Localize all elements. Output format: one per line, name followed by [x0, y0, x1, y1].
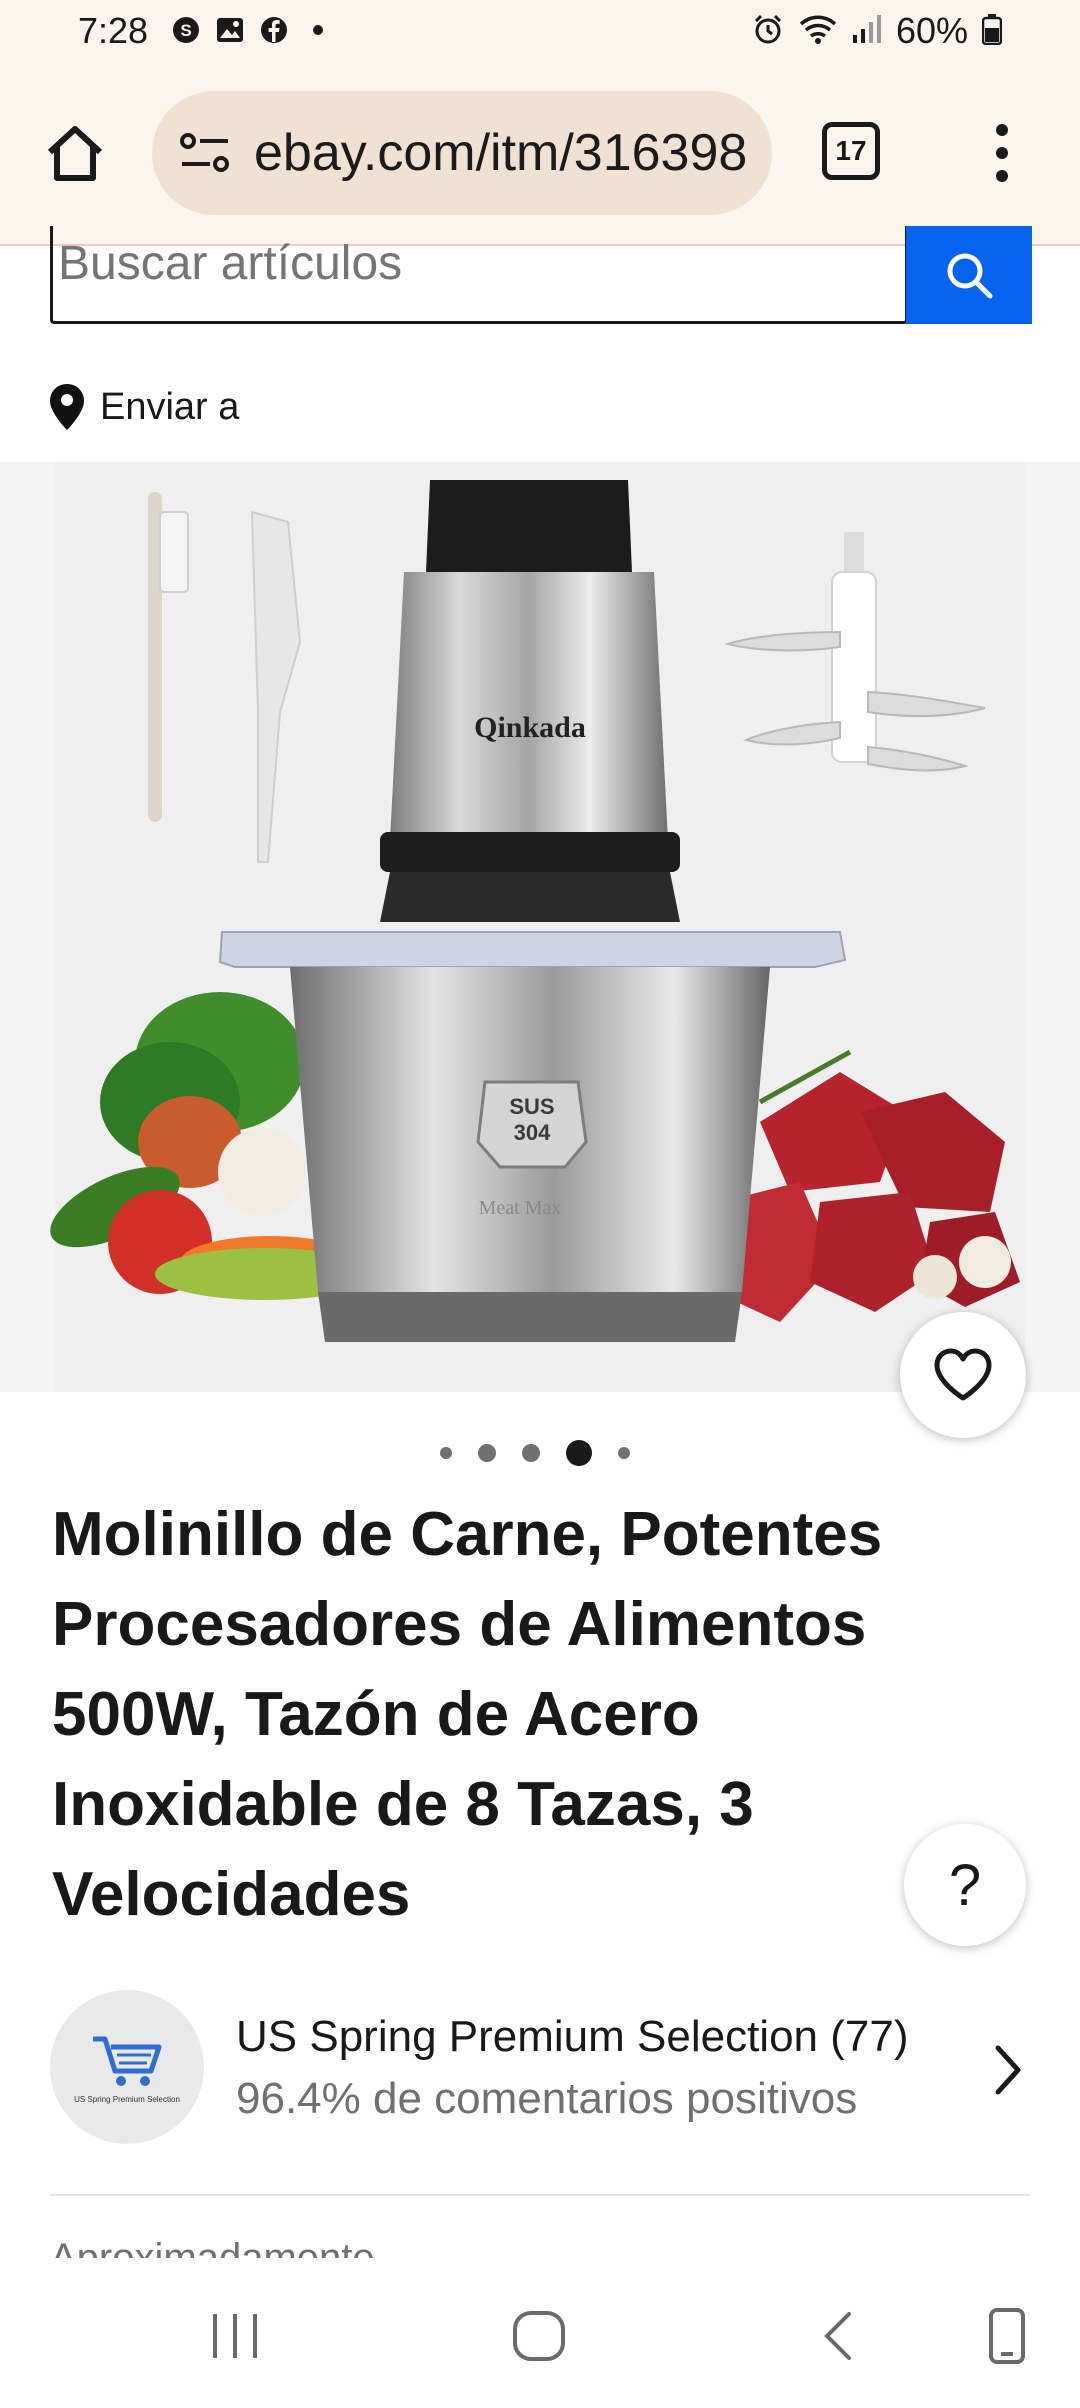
seller-name: US Spring Premium Selection (77) [236, 2012, 909, 2061]
status-right: 60% [752, 10, 1003, 52]
ship-to-label: Enviar a [100, 385, 240, 428]
browser-toolbar: ebay.com/itm/316398 17 [0, 66, 1080, 246]
gallery-icon [214, 14, 246, 46]
status-bar: 7:28 S 60% [0, 0, 1080, 66]
carousel-dot[interactable] [618, 1447, 630, 1459]
product-title: Molinillo de Carne, Potentes Procesadore… [52, 1500, 883, 1929]
product-photo: Qinkada SUS 304 Meat Max [0, 462, 1080, 1392]
seller-row[interactable]: US Spring Premium Selection US Spring Pr… [50, 1990, 1030, 2146]
alarm-icon [752, 13, 784, 50]
help-label: ? [948, 1852, 982, 1918]
phone-rotate-icon [989, 2308, 1025, 2364]
search-button[interactable] [906, 226, 1032, 324]
home-nav-button[interactable] [504, 2306, 574, 2366]
badge-line2: 304 [514, 1120, 551, 1145]
skype-icon: S [170, 14, 202, 46]
status-time: 7:28 [78, 10, 149, 51]
add-to-watchlist-button[interactable] [900, 1312, 1026, 1438]
battery-icon [981, 13, 1003, 50]
product-image-carousel[interactable]: Qinkada SUS 304 Meat Max [0, 462, 1080, 1392]
back-button[interactable] [806, 2306, 876, 2366]
base-text: Meat Max [479, 1197, 562, 1219]
home-nav-icon [513, 2311, 565, 2361]
carousel-dot-active[interactable] [566, 1440, 592, 1466]
brand-text: Qinkada [474, 711, 586, 744]
search-input[interactable] [58, 228, 878, 298]
home-button[interactable] [42, 120, 108, 186]
seller-avatar: US Spring Premium Selection [50, 1990, 204, 2144]
svg-text:S: S [180, 21, 191, 40]
carousel-indicator [440, 1440, 630, 1466]
wifi-icon [798, 13, 838, 50]
back-icon [824, 2312, 851, 2360]
help-button[interactable]: ? [904, 1824, 1026, 1946]
carousel-dot[interactable] [478, 1444, 496, 1462]
search-icon [947, 253, 993, 299]
more-notifications-dot-icon [302, 14, 334, 46]
heart-icon [934, 1348, 992, 1401]
carousel-dot[interactable] [440, 1447, 452, 1459]
more-vertical-icon [996, 124, 1008, 182]
recent-apps-icon [213, 2314, 257, 2358]
divider [50, 2194, 1030, 2196]
signal-icon [852, 13, 882, 50]
battery-percent: 60% [895, 10, 968, 51]
location-pin-icon [50, 384, 84, 430]
recent-apps-button[interactable] [200, 2306, 270, 2366]
url-text: ebay.com/itm/316398 [254, 124, 748, 182]
seller-feedback: 96.4% de comentarios positivos [236, 2074, 858, 2123]
address-bar[interactable]: ebay.com/itm/316398 [152, 91, 772, 215]
tab-switcher-button[interactable]: 17 [822, 122, 880, 180]
notification-icons: S [170, 14, 334, 46]
system-nav-bar [0, 2262, 1080, 2408]
keyboard-toggle-button[interactable] [972, 2306, 1042, 2366]
site-settings-icon[interactable] [178, 131, 232, 175]
facebook-icon [258, 14, 290, 46]
browser-menu-button[interactable] [984, 118, 1020, 188]
next-section-peek: Aproximadamente [50, 2236, 375, 2258]
cart-logo-icon [93, 2036, 162, 2086]
tab-count: 17 [835, 135, 867, 166]
ship-to-link[interactable]: Enviar a [48, 382, 239, 432]
home-icon [47, 126, 103, 181]
avatar-caption: US Spring Premium Selection [74, 2094, 180, 2104]
chevron-right-icon [995, 2045, 1021, 2095]
carousel-dot[interactable] [522, 1444, 540, 1462]
badge-line1: SUS [509, 1094, 554, 1119]
